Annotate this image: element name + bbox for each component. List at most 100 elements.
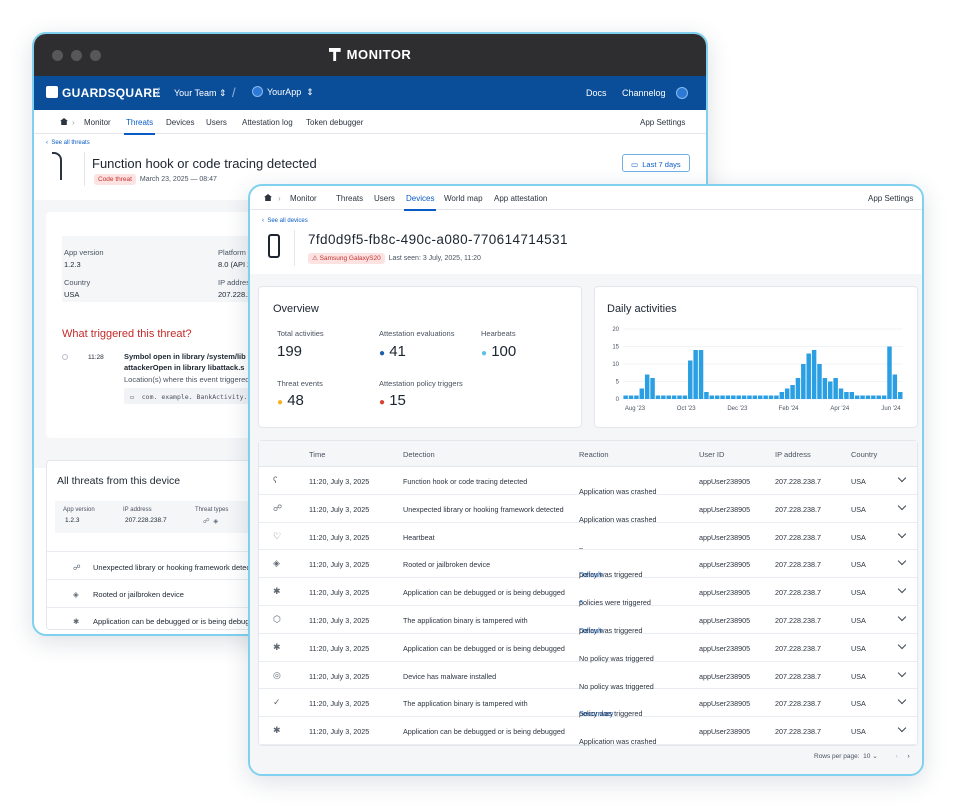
bar[interactable] <box>698 350 704 399</box>
list-item[interactable]: Unexpected library or hooking framework … <box>93 563 252 572</box>
bar[interactable] <box>720 395 725 400</box>
bar[interactable] <box>892 374 898 400</box>
bar[interactable] <box>741 395 747 400</box>
bar[interactable] <box>768 395 774 400</box>
bar[interactable] <box>644 374 650 400</box>
chevron-down-icon[interactable] <box>897 668 907 677</box>
table-row[interactable]: ✱ 11:20, July 3, 2025 Application can be d… <box>259 578 917 607</box>
col-reaction[interactable]: Reaction <box>579 450 609 459</box>
nav-devices[interactable]: Devices <box>403 194 437 211</box>
col-ip[interactable]: IP address <box>775 450 811 459</box>
app-settings-link[interactable]: App Settings <box>868 194 913 203</box>
bar[interactable] <box>876 395 881 400</box>
see-all-threats-link[interactable]: ‹ See all threats <box>46 140 90 146</box>
col-country[interactable]: Country <box>851 450 877 459</box>
team-selector[interactable]: Your Team ⇕ <box>174 88 227 99</box>
chevron-down-icon[interactable] <box>897 723 907 733</box>
bar[interactable] <box>887 346 892 400</box>
table-row[interactable]: ✱ 11:20, July 3, 2025 Application can be d… <box>259 717 917 746</box>
table-row[interactable]: ☍ 11:20, July 3, 2025 Unexpected library o… <box>259 495 917 524</box>
bar[interactable] <box>784 388 790 400</box>
bar[interactable] <box>801 364 806 399</box>
bar[interactable] <box>661 395 666 400</box>
table-row[interactable]: ʕ 11:20, July 3, 2025 Function hook or cod… <box>259 467 917 496</box>
see-all-devices-link[interactable]: ‹ See all devices <box>262 218 308 224</box>
bar[interactable] <box>634 395 639 400</box>
nav-attestation-log[interactable]: Attestation log <box>242 118 293 127</box>
bar[interactable] <box>736 395 741 400</box>
table-row[interactable]: ◎ 11:20, July 3, 2025 Device has malware i… <box>259 662 917 691</box>
bar[interactable] <box>682 395 688 400</box>
table-row[interactable]: ♡ 11:20, July 3, 2025 Heartbeat – appUser238… <box>259 523 917 552</box>
col-detection[interactable]: Detection <box>403 450 435 459</box>
nav-users[interactable]: Users <box>374 194 395 203</box>
bar[interactable] <box>774 395 779 400</box>
bar[interactable] <box>779 392 785 399</box>
guardsquare-logo[interactable]: GUARDSQUARE <box>46 86 161 100</box>
chevron-down-icon[interactable] <box>897 640 907 650</box>
app-selector[interactable]: YourApp ⇕ <box>252 86 314 98</box>
bar[interactable] <box>860 395 865 400</box>
bar[interactable] <box>752 395 758 400</box>
bar[interactable] <box>725 395 731 400</box>
chevron-down-icon[interactable] <box>897 612 907 622</box>
app-settings-link[interactable]: App Settings <box>640 118 685 127</box>
chevron-down-icon[interactable] <box>897 557 907 566</box>
chevron-down-icon[interactable] <box>897 473 907 483</box>
chevron-down-icon[interactable] <box>897 529 907 538</box>
bar[interactable] <box>833 378 838 399</box>
nav-users[interactable]: Users <box>206 118 227 127</box>
bar[interactable] <box>822 378 828 399</box>
rows-per-page-select[interactable]: 10 ⌄ <box>863 753 878 760</box>
table-row[interactable]: ✓ 11:20, July 3, 2025 The application bina… <box>259 689 917 718</box>
bar[interactable] <box>898 392 903 399</box>
home-icon[interactable] <box>264 194 272 203</box>
bar[interactable] <box>838 388 844 400</box>
nav-threats[interactable]: Threats <box>123 118 156 135</box>
bar[interactable] <box>628 395 634 400</box>
bar[interactable] <box>677 395 682 400</box>
bar[interactable] <box>763 395 768 400</box>
nav-token-debugger[interactable]: Token debugger <box>306 118 363 127</box>
bar[interactable] <box>854 395 860 400</box>
nav-monitor[interactable]: Monitor <box>290 194 317 203</box>
avatar[interactable] <box>676 87 688 99</box>
bar[interactable] <box>688 360 693 400</box>
changelog-link[interactable]: Channelog <box>622 88 666 98</box>
nav-devices[interactable]: Devices <box>166 118 194 127</box>
bar[interactable] <box>666 395 671 400</box>
bar[interactable] <box>871 395 876 400</box>
nav-app-attestation[interactable]: App attestation <box>494 194 547 203</box>
home-icon[interactable] <box>60 118 68 127</box>
date-range-button[interactable]: ▭ Last 7 days <box>622 154 690 172</box>
bar[interactable] <box>639 388 645 400</box>
list-item[interactable]: Application can be debugged or is being … <box>93 617 258 626</box>
nav-world-map[interactable]: World map <box>444 194 483 203</box>
chevron-down-icon[interactable] <box>897 501 907 511</box>
bar[interactable] <box>817 364 822 399</box>
bar[interactable] <box>650 378 655 399</box>
nav-monitor[interactable]: Monitor <box>84 118 111 127</box>
bar[interactable] <box>623 395 628 400</box>
bar[interactable] <box>709 395 715 400</box>
bar[interactable] <box>795 378 801 399</box>
bar[interactable] <box>811 350 817 399</box>
bar[interactable] <box>881 395 887 400</box>
bar[interactable] <box>758 395 763 400</box>
chevron-down-icon[interactable] <box>897 696 907 705</box>
bar[interactable] <box>655 395 661 400</box>
docs-link[interactable]: Docs <box>586 88 607 98</box>
bar[interactable] <box>704 392 709 399</box>
next-page-icon[interactable]: › <box>907 753 909 760</box>
chevron-down-icon[interactable] <box>897 584 907 594</box>
list-item[interactable]: Rooted or jailbroken device <box>93 590 184 599</box>
table-row[interactable]: ◈ 11:20, July 3, 2025 Rooted or jailbroken… <box>259 550 917 579</box>
table-row[interactable]: ⬡ 11:20, July 3, 2025 The application bina… <box>259 606 917 635</box>
bar[interactable] <box>806 353 811 400</box>
bar[interactable] <box>671 395 677 400</box>
bar[interactable] <box>828 381 833 400</box>
col-user-id[interactable]: User ID <box>699 450 724 459</box>
nav-threats[interactable]: Threats <box>336 194 363 203</box>
bar[interactable] <box>849 392 855 399</box>
table-row[interactable]: ✱ 11:20, July 3, 2025 Application can be d… <box>259 634 917 663</box>
